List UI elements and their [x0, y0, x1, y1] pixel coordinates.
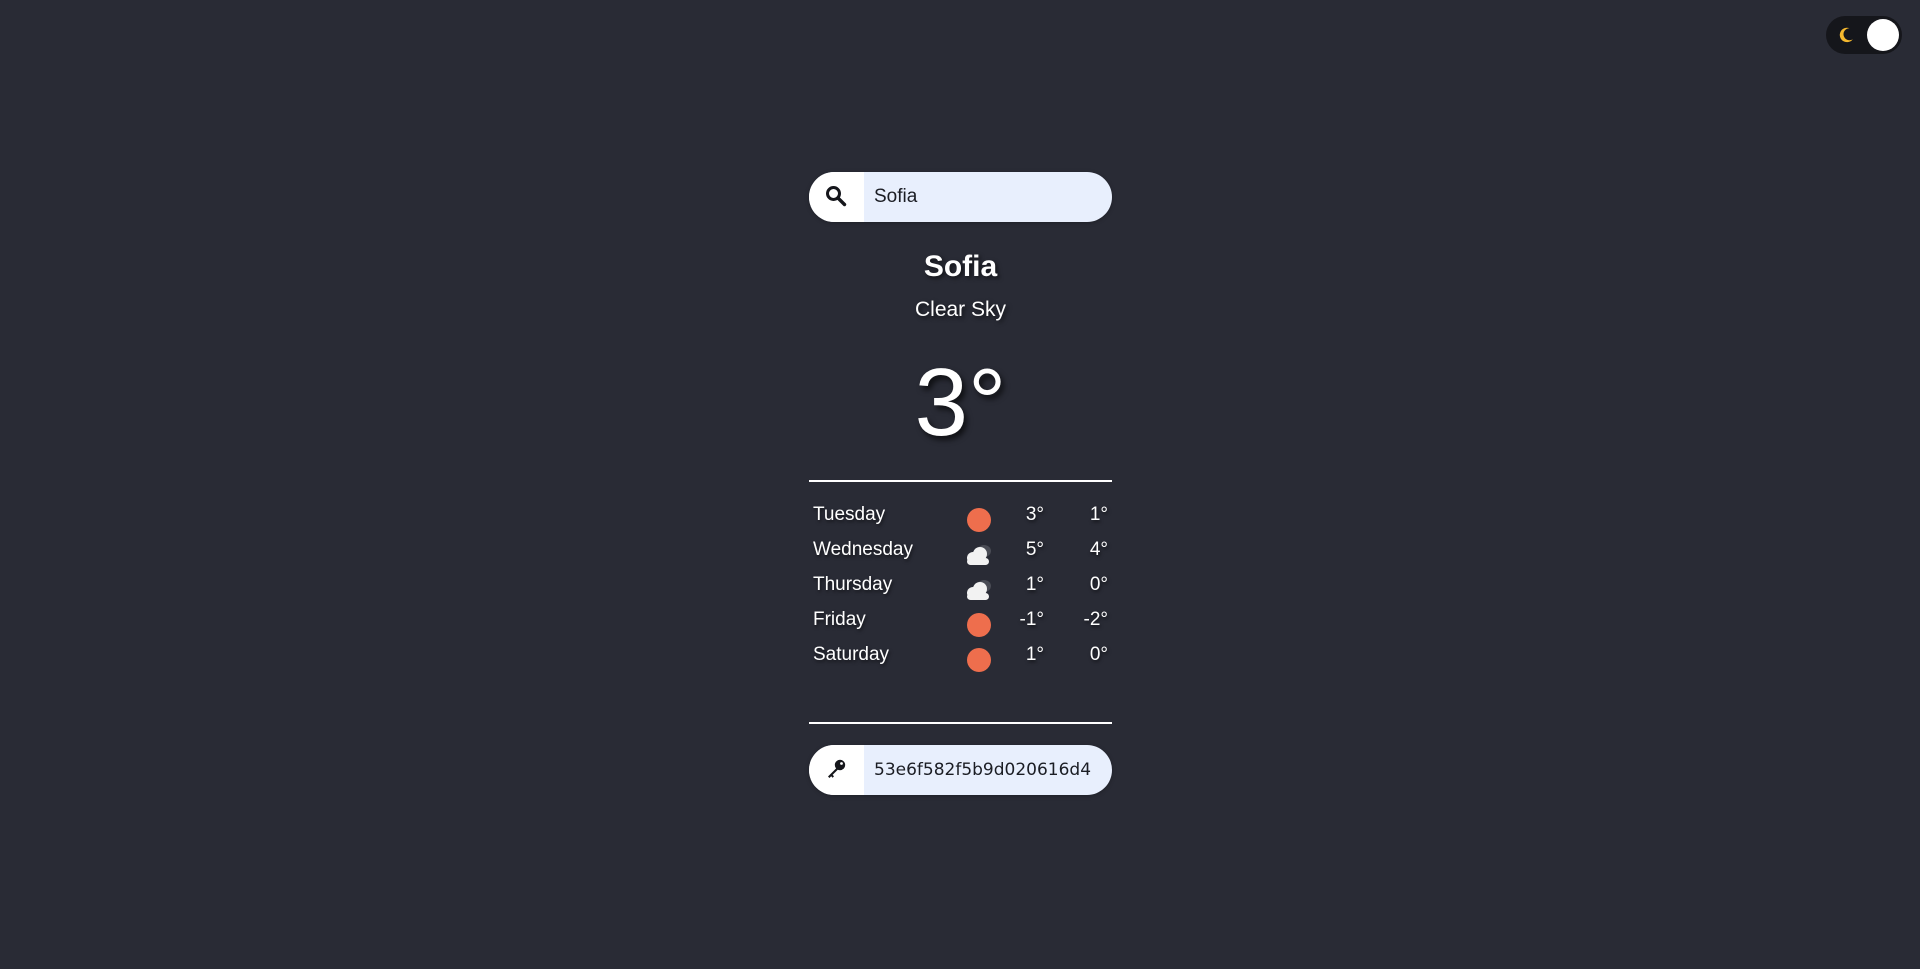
search-button[interactable]	[809, 172, 864, 222]
divider	[809, 480, 1112, 482]
sun-icon	[961, 506, 997, 534]
toggle-knob[interactable]	[1867, 19, 1899, 51]
search-input[interactable]	[864, 172, 1108, 222]
forecast-row: Tuesday 3° 1°	[809, 500, 1112, 535]
search-bar	[809, 172, 1112, 222]
forecast-min-temp: -2°	[1083, 609, 1109, 630]
forecast-max-temp: 1°	[1025, 644, 1044, 665]
forecast-list: Tuesday 3° 1° Wednesday 5° 4° Thursday 1…	[809, 500, 1112, 675]
city-name: Sofia	[923, 250, 998, 283]
weather-app: Sofia Clear Sky 3° Tuesday 3° 1° Wednesd…	[0, 0, 1920, 969]
weather-condition: Clear Sky	[914, 298, 1007, 321]
forecast-day: Tuesday	[813, 504, 886, 525]
forecast-day: Thursday	[813, 574, 893, 595]
current-temperature: 3°	[914, 349, 1007, 456]
forecast-row: Friday -1° -2°	[809, 605, 1112, 640]
forecast-row: Wednesday 5° 4°	[809, 535, 1112, 570]
search-icon	[826, 186, 847, 207]
forecast-day: Wednesday	[813, 539, 913, 560]
sun-icon	[961, 646, 997, 674]
api-key-input[interactable]	[864, 745, 1108, 795]
api-key-bar	[809, 745, 1112, 795]
forecast-max-temp: -1°	[1019, 609, 1045, 630]
forecast-max-temp: 1°	[1025, 574, 1044, 595]
forecast-max-temp: 3°	[1025, 504, 1044, 525]
api-key-button[interactable]	[809, 745, 864, 795]
divider	[809, 722, 1112, 724]
forecast-min-temp: 1°	[1089, 504, 1108, 525]
forecast-day: Saturday	[813, 644, 890, 665]
sun-icon	[961, 611, 997, 639]
cloud-icon	[961, 576, 997, 604]
moon-icon	[1839, 27, 1853, 43]
forecast-row: Thursday 1° 0°	[809, 570, 1112, 605]
forecast-min-temp: 0°	[1089, 644, 1108, 665]
forecast-min-temp: 4°	[1089, 539, 1108, 560]
theme-toggle[interactable]	[1826, 16, 1902, 54]
key-icon	[828, 759, 846, 778]
forecast-max-temp: 5°	[1025, 539, 1044, 560]
forecast-min-temp: 0°	[1089, 574, 1108, 595]
forecast-row: Saturday 1° 0°	[809, 640, 1112, 675]
forecast-day: Friday	[813, 609, 866, 630]
cloud-icon	[961, 541, 997, 569]
